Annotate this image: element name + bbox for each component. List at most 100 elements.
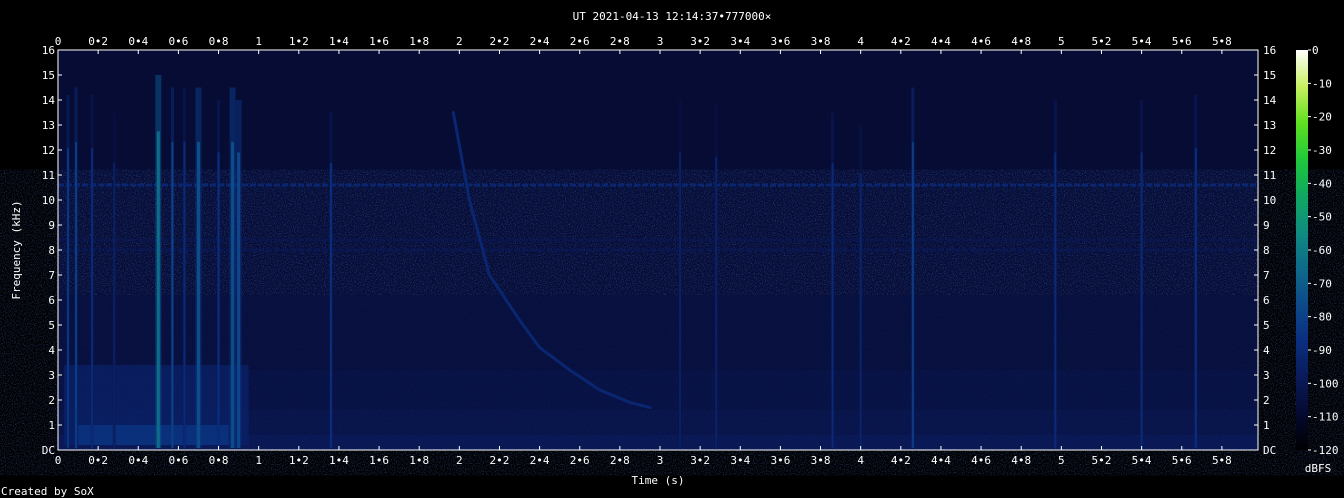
x-tick-label-bottom: 2 xyxy=(456,454,463,467)
y-tick-label-left: 2 xyxy=(48,394,55,407)
x-tick-label-top: 1•8 xyxy=(409,35,429,48)
x-tick-label-bottom: 2•2 xyxy=(490,454,510,467)
x-tick-label-bottom: 5•6 xyxy=(1172,454,1192,467)
y-tick-label-left: 14 xyxy=(42,94,56,107)
y-tick-label-left: 10 xyxy=(42,194,55,207)
x-tick-label-top: 4•2 xyxy=(891,35,911,48)
sox-credit: Created by SoX xyxy=(1,485,94,498)
y-tick-label-left: 1 xyxy=(48,419,55,432)
x-tick-label-top: 1•6 xyxy=(369,35,389,48)
colorbar: 0 -10 -20 -30 -40 -50 -60 -70 -80 -90 -100 -110 -120… xyxy=(1296,44,1339,475)
colorbar-tick-label: -80 xyxy=(1312,311,1332,324)
y-tick-label-right: 2 xyxy=(1263,394,1270,407)
y-tick-label-right: 15 xyxy=(1263,69,1276,82)
x-tick-label-top: 0•4 xyxy=(128,35,148,48)
y-tick-label-left: 11 xyxy=(42,169,55,182)
colorbar-tick-label: -40 xyxy=(1312,177,1332,190)
x-axis-label: Time (s) xyxy=(632,474,685,487)
colorbar-tick-label: -50 xyxy=(1312,211,1332,224)
y-tick-label-left: 4 xyxy=(48,344,55,357)
x-tick-label-bottom: 4•4 xyxy=(931,454,951,467)
colorbar-scale xyxy=(1296,50,1308,450)
y-tick-label-right: 14 xyxy=(1263,94,1277,107)
burst-region-strong xyxy=(78,425,229,445)
y-tick-label-right: 8 xyxy=(1263,244,1270,257)
x-tick-label-top: 3•8 xyxy=(811,35,831,48)
y-tick-label-right: 13 xyxy=(1263,119,1276,132)
x-tick-label-top: 2•6 xyxy=(570,35,590,48)
x-tick-label-bottom: 3•4 xyxy=(730,454,750,467)
x-tick-label-bottom: 1•6 xyxy=(369,454,389,467)
x-tick-label-bottom: 2•4 xyxy=(530,454,550,467)
x-tick-label-bottom: 4•8 xyxy=(1011,454,1031,467)
y-tick-label-right: 12 xyxy=(1263,144,1276,157)
y-tick-label-right: 10 xyxy=(1263,194,1276,207)
colorbar-ticks: 0 -10 -20 -30 -40 -50 -60 -70 -80 -90 -100 -110 -120 xyxy=(1308,44,1339,457)
x-tick-label-bottom: 0•8 xyxy=(209,454,229,467)
x-tick-label-top: 2•8 xyxy=(610,35,630,48)
colorbar-tick-label: -110 xyxy=(1312,411,1339,424)
x-tick-label-bottom: 0 xyxy=(55,454,62,467)
x-tick-label-top: 3•2 xyxy=(690,35,710,48)
x-tick-label-top: 2 xyxy=(456,35,463,48)
y-tick-label-left: 12 xyxy=(42,144,55,157)
colorbar-tick-label: -90 xyxy=(1312,344,1332,357)
x-tick-label-top: 5•6 xyxy=(1172,35,1192,48)
x-tick-label-top: 0•2 xyxy=(88,35,108,48)
x-tick-label-top: 4 xyxy=(857,35,864,48)
y-tick-label-left: 16 xyxy=(42,44,55,57)
y-axis-label: Frequency (kHz) xyxy=(10,200,23,299)
y-tick-label-left: 6 xyxy=(48,294,55,307)
y-tick-label-right: 1 xyxy=(1263,419,1270,432)
y-tick-label-left: 13 xyxy=(42,119,55,132)
x-tick-label-top: 3 xyxy=(657,35,664,48)
colorbar-label: dBFS xyxy=(1305,462,1332,475)
x-tick-label-bottom: 1•8 xyxy=(409,454,429,467)
x-tick-label-top: 5•8 xyxy=(1212,35,1232,48)
colorbar-tick-label: -30 xyxy=(1312,144,1332,157)
y-tick-label-left: 9 xyxy=(48,219,55,232)
y-tick-label-left: 3 xyxy=(48,369,55,382)
y-tick-label-left: 7 xyxy=(48,269,55,282)
x-tick-label-bottom: 1•2 xyxy=(289,454,309,467)
x-tick-label-bottom: 4•6 xyxy=(971,454,991,467)
colorbar-tick-label: -100 xyxy=(1312,377,1339,390)
x-tick-label-bottom: 4 xyxy=(857,454,864,467)
x-tick-label-bottom: 0•4 xyxy=(128,454,148,467)
x-tick-label-top: 3•6 xyxy=(770,35,790,48)
x-tick-label-bottom: 1 xyxy=(255,454,262,467)
x-tick-label-bottom: 5•4 xyxy=(1132,454,1152,467)
y-tick-label-right: 16 xyxy=(1263,44,1276,57)
x-tick-label-bottom: 3•6 xyxy=(770,454,790,467)
x-tick-label-bottom: 5 xyxy=(1058,454,1065,467)
x-tick-label-bottom: 2•8 xyxy=(610,454,630,467)
x-tick-label-bottom: 0•2 xyxy=(88,454,108,467)
y-tick-label-right: DC xyxy=(1263,444,1276,457)
x-tick-label-top: 5 xyxy=(1058,35,1065,48)
x-tick-label-top: 4•8 xyxy=(1011,35,1031,48)
colorbar-tick-label: -120 xyxy=(1312,444,1339,457)
x-tick-label-bottom: 3•8 xyxy=(811,454,831,467)
x-tick-label-bottom: 3•2 xyxy=(690,454,710,467)
x-tick-label-bottom: 0•6 xyxy=(168,454,188,467)
y-tick-label-right: 9 xyxy=(1263,219,1270,232)
colorbar-tick-label: -60 xyxy=(1312,244,1332,257)
chart-title: UT 2021-04-13 12:14:37•777000× xyxy=(573,10,772,23)
x-tick-label-bottom: 5•2 xyxy=(1092,454,1112,467)
x-tick-label-bottom: 4•2 xyxy=(891,454,911,467)
y-tick-label-right: 6 xyxy=(1263,294,1270,307)
y-tick-label-left: 5 xyxy=(48,319,55,332)
plot-area xyxy=(57,49,1259,451)
x-tick-label-top: 1•4 xyxy=(329,35,349,48)
y-tick-label-left: DC xyxy=(42,444,55,457)
x-tick-label-top: 4•6 xyxy=(971,35,991,48)
colorbar-tick-label: -10 xyxy=(1312,77,1332,90)
x-tick-label-top: 0 xyxy=(55,35,62,48)
y-tick-label-left: 8 xyxy=(48,244,55,257)
colorbar-tick-label: -20 xyxy=(1312,111,1332,124)
colorbar-tick-label: 0 xyxy=(1312,44,1319,57)
x-tick-label-top: 1•2 xyxy=(289,35,309,48)
x-tick-label-top: 0•6 xyxy=(168,35,188,48)
x-tick-label-top: 0•8 xyxy=(209,35,229,48)
x-tick-label-top: 2•4 xyxy=(530,35,550,48)
